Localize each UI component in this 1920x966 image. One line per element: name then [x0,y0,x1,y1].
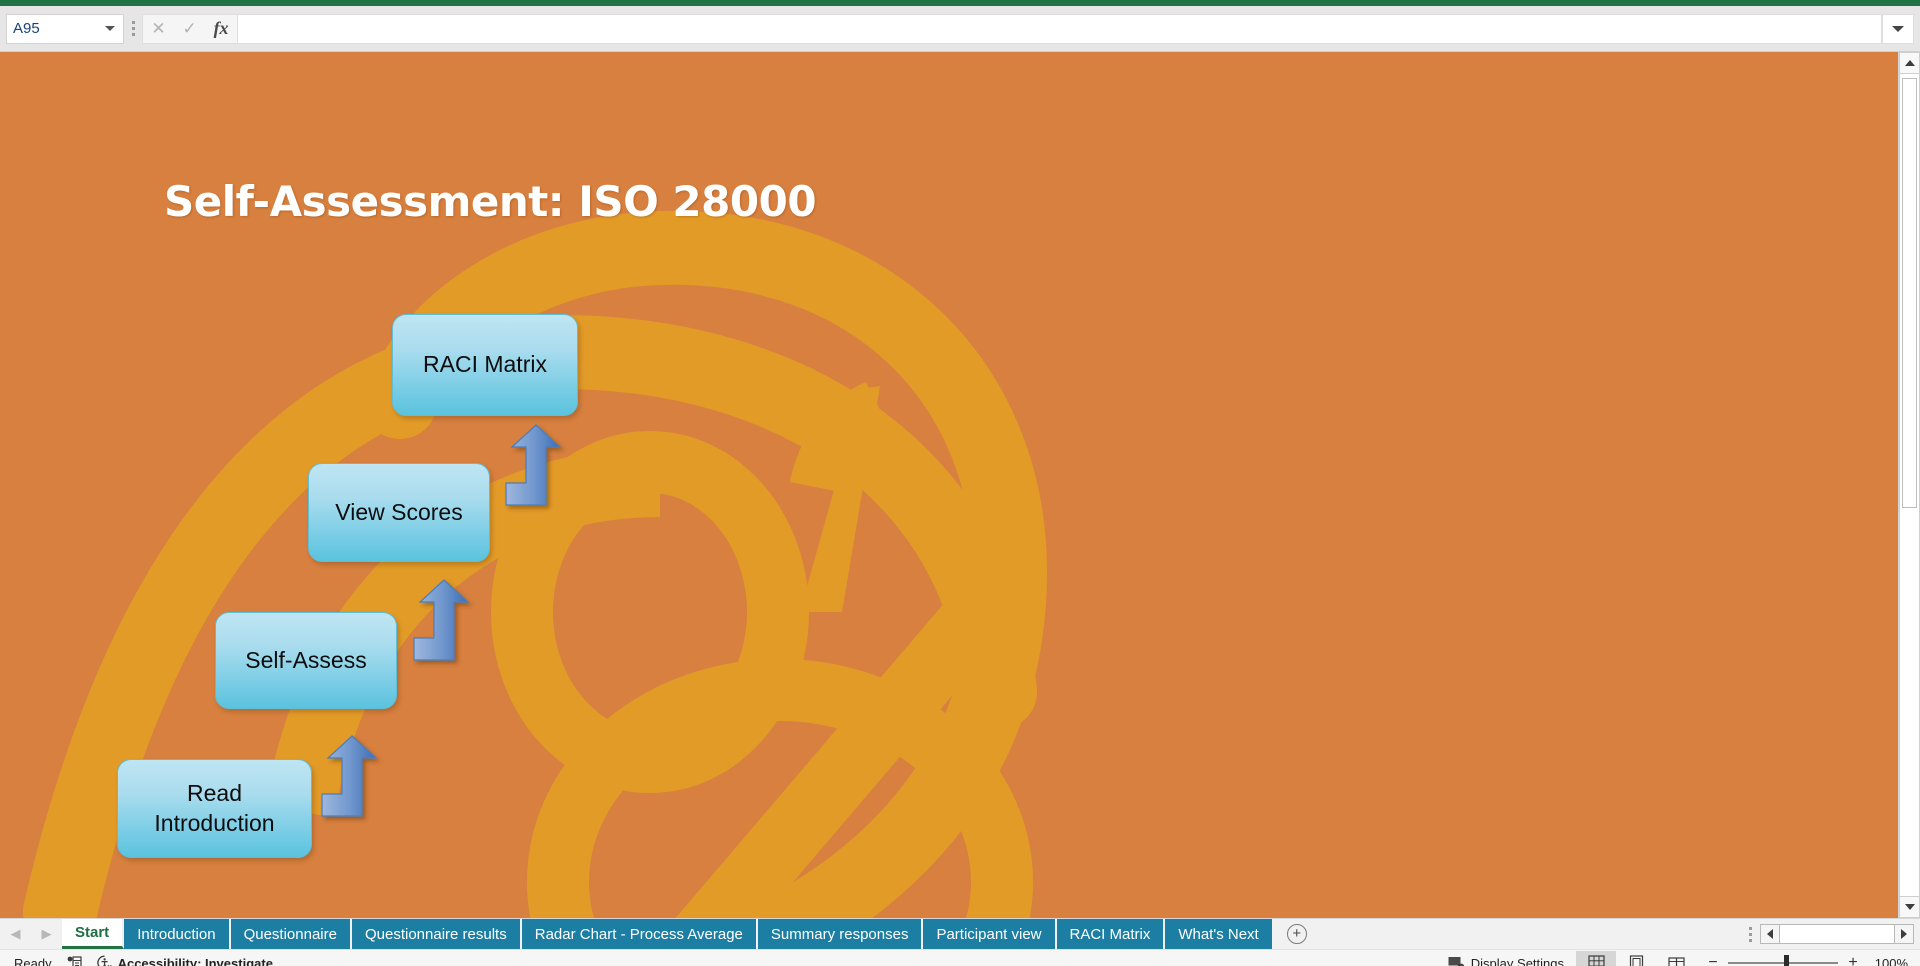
sheet-tab-label: Questionnaire results [364,925,507,943]
page-layout-view-icon [1629,954,1643,966]
sheet-tab-whats-next[interactable]: What's Next [1165,919,1274,949]
triangle-up-icon [1904,60,1915,66]
scroll-up-button[interactable] [1899,52,1920,74]
zoom-slider-track[interactable] [1728,955,1838,966]
status-ready-label: Ready [14,955,52,966]
display-settings-label: Display Settings [1470,955,1564,966]
page-break-preview-button[interactable] [1656,951,1696,966]
vertical-scroll-track[interactable] [1899,74,1920,896]
name-box[interactable]: A95 [6,13,124,44]
display-settings-button[interactable]: Display Settings [1448,956,1576,966]
normal-view-button[interactable] [1576,950,1616,966]
tab-split-handle[interactable] [1740,919,1760,949]
sheet-tab-summary-responses[interactable]: Summary responses [757,919,924,949]
triangle-right-icon [1901,929,1907,939]
record-macro-button[interactable] [66,956,82,966]
slide-canvas[interactable]: Self-Assessment: ISO 28000 RACI Matrix V… [0,52,1898,918]
formula-action-buttons: ✕ ✓ fx [142,13,238,44]
worksheet-area: Self-Assessment: ISO 28000 RACI Matrix V… [0,52,1920,918]
page-layout-view-button[interactable] [1616,951,1656,966]
status-bar: Ready Accessibility: Investigate Display… [0,949,1920,966]
sheet-tab-label: Questionnaire [243,925,337,943]
sheet-tab-introduction[interactable]: Introduction [124,919,231,949]
zoom-percent-label[interactable]: 100% [1870,956,1916,966]
sheet-tab-label: RACI Matrix [1069,925,1151,943]
vertical-scrollbar[interactable] [1898,52,1920,918]
sheet-tab-label: What's Next [1178,925,1259,943]
plus-icon: + [1286,924,1307,944]
sheet-tab-bar: ◀ ▶ Start Introduction Questionnaire Que… [0,918,1920,949]
scroll-left-button[interactable] [1760,924,1780,944]
nav-box-label: RACI Matrix [423,351,547,378]
sheet-tab-label: Summary responses [770,925,909,943]
zoom-out-button[interactable]: − [1706,954,1720,966]
sheet-tab-questionnaire-results[interactable]: Questionnaire results [351,919,522,949]
status-bar-left: Ready Accessibility: Investigate [4,955,273,966]
zoom-in-button[interactable]: + [1846,954,1860,966]
zoom-control: − + [1696,954,1870,966]
name-box-value: A95 [13,20,40,37]
zoom-slider-thumb[interactable] [1784,955,1789,966]
previous-sheet-icon[interactable]: ◀ [11,926,21,942]
page-break-preview-icon [1667,956,1685,966]
triangle-left-icon [1767,929,1773,939]
formula-bar: A95 ✕ ✓ fx [0,6,1920,52]
nav-box-label: View Scores [335,498,463,525]
cancel-x-icon[interactable]: ✕ [151,20,165,37]
sheet-tab-navigation[interactable]: ◀ ▶ [0,919,62,949]
sheet-tab-label: Introduction [137,925,216,943]
horizontal-scrollbar[interactable] [1760,919,1920,949]
accessibility-label: Accessibility: Investigate [117,955,273,966]
bent-arrow-to-view-scores [413,579,476,662]
sheet-tab-label: Start [75,924,110,941]
next-sheet-icon[interactable]: ▶ [42,926,52,942]
nav-box-view-scores[interactable]: View Scores [308,463,490,562]
page-title: Self-Assessment: ISO 28000 [164,177,817,226]
accessibility-checker-button[interactable]: Accessibility: Investigate [96,955,273,966]
status-bar-right: Display Settings − + 100% [1448,950,1916,966]
formula-bar-expand-button[interactable] [1882,13,1914,44]
sheet-tab-radar-chart-process-average[interactable]: Radar Chart - Process Average [521,919,758,949]
sheet-tab-start[interactable]: Start [62,919,125,949]
nav-box-read-introduction[interactable]: Read Introduction [117,759,312,858]
add-sheet-button[interactable]: + [1274,919,1320,949]
scroll-right-button[interactable] [1894,924,1914,944]
formula-bar-grip[interactable] [124,14,142,44]
nav-box-self-assess[interactable]: Self-Assess [215,612,397,709]
nav-box-label: Self-Assess [245,646,367,673]
fx-insert-function-icon[interactable]: fx [214,18,229,39]
enter-check-icon[interactable]: ✓ [182,20,196,37]
nav-box-label-line1: Read [187,780,242,807]
formula-input[interactable] [238,13,1882,44]
record-macro-icon [67,956,82,966]
sheet-tab-label: Radar Chart - Process Average [534,925,743,943]
accessibility-icon [96,955,112,966]
nav-box-label-line2: Introduction [154,809,275,836]
sheet-tabs-list: Start Introduction Questionnaire Questio… [62,919,1274,949]
triangle-down-icon [1904,904,1915,910]
name-box-dropdown-icon[interactable] [105,26,115,31]
normal-view-icon [1587,954,1605,966]
scroll-down-button[interactable] [1899,896,1920,918]
sheet-tab-questionnaire[interactable]: Questionnaire [230,919,352,949]
vertical-scroll-thumb[interactable] [1902,78,1917,508]
nav-box-raci-matrix[interactable]: RACI Matrix [392,314,578,416]
sheet-tab-participant-view[interactable]: Participant view [923,919,1057,949]
bent-arrow-to-raci-matrix [505,424,568,507]
sheet-tab-raci-matrix[interactable]: RACI Matrix [1056,919,1166,949]
sheet-tab-label: Participant view [936,925,1042,943]
tab-bar-spacer [1320,919,1740,949]
display-settings-icon [1448,956,1465,966]
bent-arrow-to-self-assess [321,735,384,818]
chevron-down-icon [1892,25,1904,32]
horizontal-scroll-track[interactable] [1780,924,1894,944]
